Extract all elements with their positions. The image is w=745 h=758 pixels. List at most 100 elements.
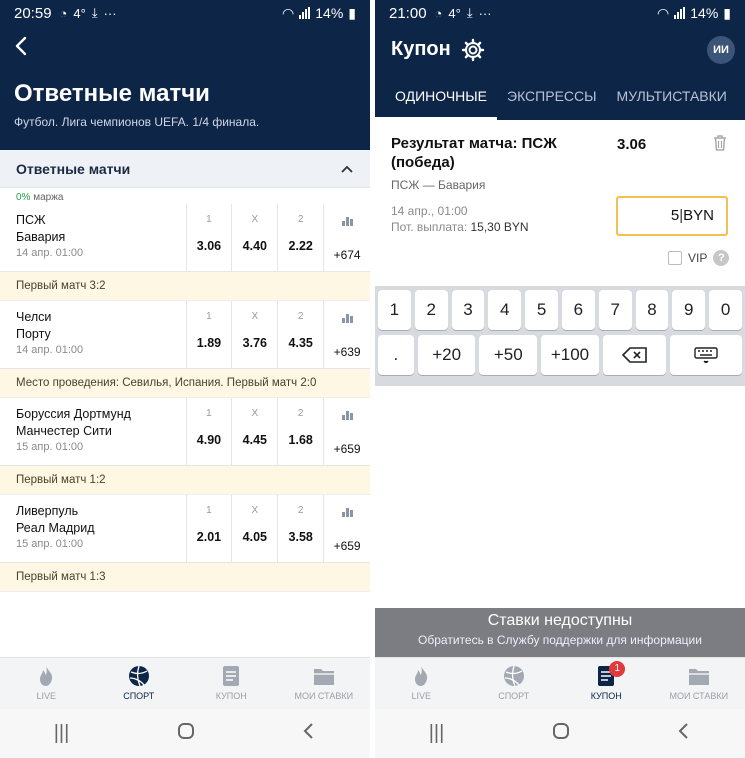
key-3[interactable]: 3 bbox=[451, 290, 485, 330]
nav-ball[interactable]: СПОРТ bbox=[468, 658, 561, 709]
coupon-tabs: ОДИНОЧНЫЕ ЭКСПРЕССЫ МУЛЬТИСТАВКИ bbox=[375, 88, 745, 120]
team-away: Порту bbox=[16, 327, 51, 341]
odd-label: X bbox=[251, 214, 259, 225]
page-header: Ответные матчи Футбол. Лига чемпионов UE… bbox=[0, 26, 370, 150]
flame-icon bbox=[35, 665, 57, 687]
stats-icon[interactable] bbox=[341, 505, 353, 517]
team-home: ПСЖ bbox=[16, 213, 46, 227]
more-markets-button[interactable]: +674 bbox=[323, 204, 370, 271]
key-9[interactable]: 9 bbox=[672, 290, 706, 330]
stats-icon[interactable] bbox=[341, 311, 353, 323]
key-5[interactable]: 5 bbox=[525, 290, 558, 330]
odd-button[interactable]: 2 1.68 bbox=[277, 398, 323, 465]
bottom-nav: LIVE СПОРТ КУПОН МОИ СТАВКИ bbox=[0, 657, 370, 709]
odd-button[interactable]: 2 3.58 bbox=[277, 495, 323, 562]
match-teams[interactable]: ПСЖ Бавария 14 апр. 01:00 bbox=[0, 204, 186, 271]
download-icon: ⤓ bbox=[466, 5, 473, 20]
nav-folder[interactable]: МОИ СТАВКИ bbox=[653, 658, 745, 709]
nav-flame[interactable]: LIVE bbox=[0, 658, 93, 709]
nav-coupon[interactable]: КУПОН 1 bbox=[560, 658, 653, 709]
more-dots-icon: ··· bbox=[103, 5, 117, 21]
bet-date: 14 апр., 01:00 bbox=[391, 204, 468, 218]
odd-value: 3.58 bbox=[288, 530, 313, 544]
key-4[interactable]: 4 bbox=[488, 290, 522, 330]
odd-button[interactable]: X 3.76 bbox=[231, 301, 277, 368]
key-8[interactable]: 8 bbox=[635, 290, 669, 330]
odd-label: 1 bbox=[206, 408, 212, 419]
match-row: Боруссия Дортмунд Манчестер Сити 15 апр. 0… bbox=[0, 398, 370, 466]
recent-apps-icon[interactable]: ||| bbox=[54, 722, 70, 745]
home-icon[interactable] bbox=[177, 722, 195, 746]
stats-icon[interactable] bbox=[341, 214, 353, 226]
team-home: Ливерпуль bbox=[16, 504, 79, 518]
section-title: Ответные матчи bbox=[16, 160, 131, 177]
odd-button[interactable]: 2 4.35 bbox=[277, 301, 323, 368]
vip-option[interactable]: VIP ? bbox=[668, 250, 730, 266]
key-plus-100[interactable]: +100 bbox=[541, 335, 599, 375]
odd-label: X bbox=[251, 408, 259, 419]
avatar[interactable]: ИИ bbox=[707, 36, 735, 64]
stats-icon[interactable] bbox=[341, 408, 353, 420]
back-nav-icon[interactable] bbox=[677, 722, 691, 746]
key-dot[interactable]: . bbox=[378, 335, 414, 375]
back-button[interactable] bbox=[10, 34, 38, 62]
odd-value: 1.68 bbox=[288, 433, 313, 447]
trash-icon[interactable] bbox=[712, 134, 728, 152]
odd-label: 2 bbox=[297, 408, 304, 419]
odd-button[interactable]: 1 2.01 bbox=[185, 495, 232, 562]
odd-button[interactable]: X 4.40 bbox=[231, 204, 277, 271]
wifi-icon: ◠ bbox=[657, 4, 670, 21]
status-time: 21:00 bbox=[389, 4, 427, 22]
odd-button[interactable]: 1 4.90 bbox=[185, 398, 232, 465]
match-teams[interactable]: Ливерпуль Реал Мадрид 15 апр. 01:00 bbox=[0, 495, 186, 562]
odd-button[interactable]: X 4.05 bbox=[231, 495, 277, 562]
tab-single[interactable]: ОДИНОЧНЫЕ bbox=[375, 88, 497, 120]
help-icon[interactable]: ? bbox=[713, 250, 730, 266]
match-note: Первый матч 1:3 bbox=[0, 563, 370, 592]
nav-label: СПОРТ bbox=[123, 691, 155, 701]
more-markets-button[interactable]: +659 bbox=[323, 495, 370, 562]
nav-flame[interactable]: LIVE bbox=[375, 658, 468, 709]
status-temp: 4° bbox=[448, 5, 461, 21]
key-plus-20[interactable]: +20 bbox=[417, 335, 476, 375]
more-markets-button[interactable]: +639 bbox=[323, 301, 370, 368]
match-teams[interactable]: Челси Порту 14 апр. 01:00 bbox=[0, 301, 186, 368]
tab-express[interactable]: ЭКСПРЕССЫ bbox=[497, 88, 607, 120]
recent-apps-icon[interactable]: ||| bbox=[429, 722, 445, 745]
keyboard-toggle-key[interactable] bbox=[670, 335, 743, 375]
team-home: Челси bbox=[16, 310, 52, 324]
match-teams[interactable]: Боруссия Дортмунд Манчестер Сити 15 апр. 0… bbox=[0, 398, 186, 465]
key-plus-50[interactable]: +50 bbox=[479, 335, 538, 375]
team-away: Бавария bbox=[16, 230, 66, 244]
back-nav-icon[interactable] bbox=[302, 722, 316, 746]
odd-label: X bbox=[251, 311, 259, 322]
backspace-key[interactable] bbox=[602, 335, 667, 375]
odd-button[interactable]: 1 3.06 bbox=[185, 204, 232, 271]
odd-label: X bbox=[251, 505, 259, 516]
key-0[interactable]: 0 bbox=[709, 290, 742, 330]
nav-label: МОИ СТАВКИ bbox=[294, 691, 354, 701]
odd-button[interactable]: 1 1.89 bbox=[185, 301, 232, 368]
odd-value: 4.05 bbox=[242, 530, 267, 544]
bets-unavailable-banner: Ставки недоступны Обратитесь в Службу по… bbox=[375, 608, 745, 658]
odd-value: 2.01 bbox=[196, 530, 222, 544]
key-6[interactable]: 6 bbox=[561, 290, 595, 330]
odd-button[interactable]: 2 2.22 bbox=[277, 204, 323, 271]
nav-ball[interactable]: СПОРТ bbox=[93, 658, 186, 709]
tab-multi[interactable]: МУЛЬТИСТАВКИ bbox=[607, 88, 737, 120]
vip-checkbox[interactable] bbox=[668, 251, 682, 265]
chevron-up-icon[interactable] bbox=[340, 161, 354, 177]
key-2[interactable]: 2 bbox=[414, 290, 448, 330]
key-1[interactable]: 1 bbox=[378, 290, 411, 330]
home-icon[interactable] bbox=[552, 722, 570, 746]
nav-coupon[interactable]: КУПОН bbox=[185, 658, 278, 709]
more-markets-button[interactable]: +659 bbox=[323, 398, 370, 465]
gear-icon[interactable] bbox=[461, 38, 485, 62]
stake-input[interactable]: 5|BYN bbox=[616, 196, 728, 236]
section-header[interactable]: Ответные матчи bbox=[0, 150, 370, 188]
nav-folder[interactable]: МОИ СТАВКИ bbox=[278, 658, 371, 709]
screen-matches: 20:59 ◔ 4° ⤓ ··· ◠ 14% ▮ Ответные матчи … bbox=[0, 0, 370, 758]
odd-button[interactable]: X 4.45 bbox=[231, 398, 277, 465]
key-7[interactable]: 7 bbox=[598, 290, 632, 330]
battery-percent: 14% bbox=[690, 5, 719, 21]
